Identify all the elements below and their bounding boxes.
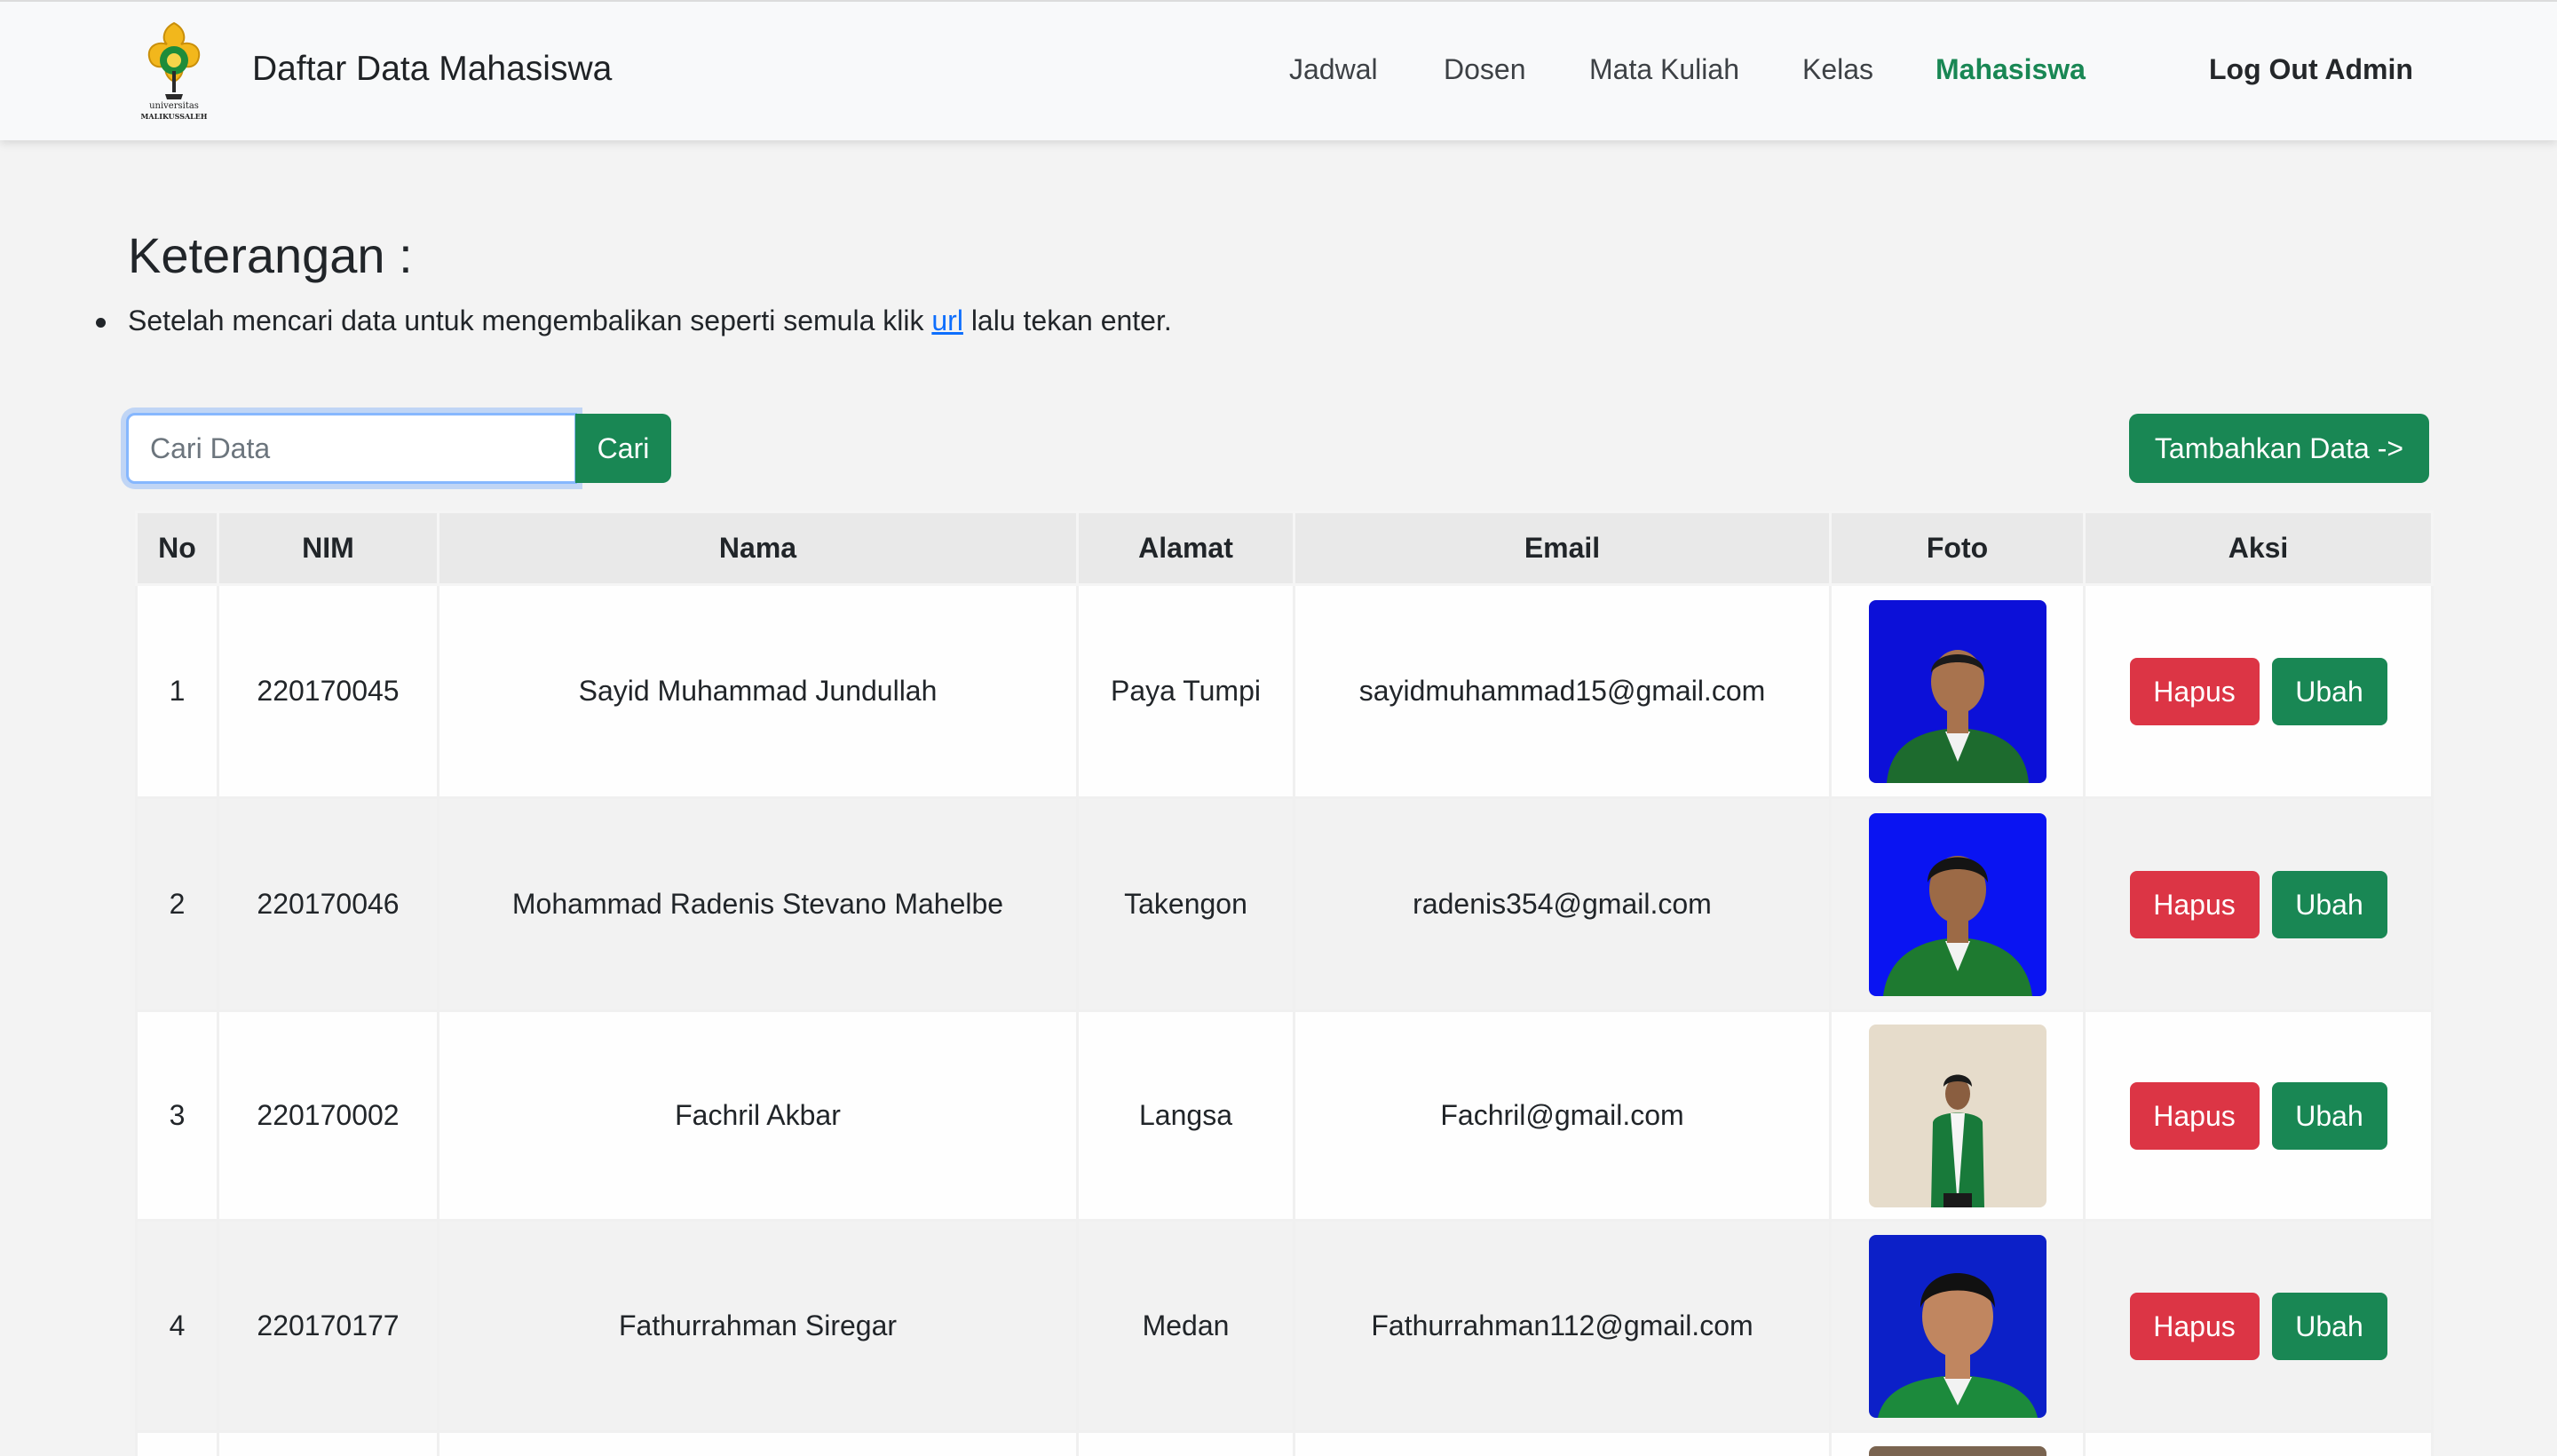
navbar: universitas MALIKUSSALEH Daftar Data Mah…: [0, 0, 2557, 140]
svg-text:universitas: universitas: [149, 101, 199, 111]
university-logo[interactable]: universitas MALIKUSSALEH: [131, 20, 217, 124]
cell-nim: 220170045: [217, 583, 439, 799]
cell-aksi: Hapus Ubah: [2083, 583, 2434, 799]
cell-alamat: Langsa: [1076, 1009, 1295, 1222]
cell-email: sayidmuhammad15@gmail.com: [1293, 583, 1832, 799]
table-row: 3 220170002 Fachril Akbar Langsa Fachril…: [135, 1009, 2434, 1222]
student-photo-image: [1868, 812, 2046, 996]
reset-url-link[interactable]: url: [931, 305, 963, 336]
cell-foto: [1829, 1009, 2086, 1222]
bullet-icon: [96, 318, 106, 328]
search-input[interactable]: [126, 413, 577, 484]
search-button[interactable]: Cari: [575, 414, 671, 483]
student-photo: [1868, 599, 2046, 783]
info-note: Setelah mencari data untuk mengembalikan…: [96, 305, 1172, 337]
cell-nama: Fathurrahman Siregar: [437, 1219, 1079, 1433]
nav-link-mahasiswa[interactable]: Mahasiswa: [1936, 53, 2086, 86]
brand-title[interactable]: Daftar Data Mahasiswa: [252, 50, 612, 89]
svg-text:MALIKUSSALEH: MALIKUSSALEH: [141, 112, 208, 121]
student-photo: [1868, 812, 2046, 996]
column-header-alamat: Alamat: [1076, 510, 1295, 586]
student-photo-image: [1868, 1234, 2046, 1418]
note-text-before: Setelah mencari data untuk mengembalikan…: [128, 305, 932, 336]
student-photo-image: [1868, 1024, 2046, 1207]
column-header-foto: Foto: [1829, 510, 2086, 586]
cell-foto: [1829, 1219, 2086, 1433]
cell-nama: Sayid Muhammad Jundullah: [437, 583, 1079, 799]
page-heading: Keterangan :: [128, 227, 413, 283]
cell-nama: Fachril Akbar: [437, 1009, 1079, 1222]
university-logo-icon: universitas MALIKUSSALEH: [141, 21, 208, 121]
nav-link-kelas[interactable]: Kelas: [1802, 53, 1873, 86]
delete-button[interactable]: Hapus: [2129, 1292, 2260, 1360]
cell-alamat: Takengon: [1076, 796, 1295, 1012]
cell-alamat: Medan: [1076, 1219, 1295, 1433]
student-photo: [1868, 1234, 2046, 1418]
cell-foto: [1829, 796, 2086, 1012]
nav-link-jadwal[interactable]: Jadwal: [1289, 53, 1378, 86]
cell-empty: [437, 1430, 1079, 1456]
student-photo-partial: [1868, 1446, 2046, 1456]
cell-aksi: Hapus Ubah: [2083, 796, 2434, 1012]
nav-link-mata-kuliah[interactable]: Mata Kuliah: [1589, 53, 1739, 86]
cell-email: Fachril@gmail.com: [1293, 1009, 1832, 1222]
delete-button[interactable]: Hapus: [2129, 657, 2260, 725]
column-header-nim: NIM: [217, 510, 439, 586]
cell-no: 1: [135, 583, 219, 799]
edit-button[interactable]: Ubah: [2271, 1292, 2387, 1360]
cell-aksi: Hapus Ubah: [2083, 1219, 2434, 1433]
cell-empty: [217, 1430, 439, 1456]
cell-nim: 220170002: [217, 1009, 439, 1222]
delete-button[interactable]: Hapus: [2129, 1081, 2260, 1150]
cell-nim: 220170046: [217, 796, 439, 1012]
cell-alamat: Paya Tumpi: [1076, 583, 1295, 799]
cell-no: 4: [135, 1219, 219, 1433]
cell-email: Fathurrahman112@gmail.com: [1293, 1219, 1832, 1433]
column-header-no: No: [135, 510, 219, 586]
cell-empty: [1076, 1430, 1295, 1456]
column-header-nama: Nama: [437, 510, 1079, 586]
cell-empty: [2083, 1430, 2434, 1456]
table-header-row: No NIM Nama Alamat Email Foto Aksi: [135, 510, 2434, 586]
column-header-aksi: Aksi: [2083, 510, 2434, 586]
table-row: 4 220170177 Fathurrahman Siregar Medan F…: [135, 1219, 2434, 1433]
note-text-after: lalu tekan enter.: [962, 305, 1172, 336]
cell-foto: [1829, 1430, 2086, 1456]
edit-button[interactable]: Ubah: [2271, 657, 2387, 725]
cell-aksi: Hapus Ubah: [2083, 1009, 2434, 1222]
add-data-button[interactable]: Tambahkan Data ->: [2129, 414, 2429, 483]
student-photo: [1868, 1024, 2046, 1207]
table-row: 1 220170045 Sayid Muhammad Jundullah Pay…: [135, 583, 2434, 799]
column-header-email: Email: [1293, 510, 1832, 586]
cell-foto: [1829, 583, 2086, 799]
edit-button[interactable]: Ubah: [2271, 1081, 2387, 1150]
cell-no: 2: [135, 796, 219, 1012]
table-row-partial: [135, 1430, 2434, 1456]
cell-nama: Mohammad Radenis Stevano Mahelbe: [437, 796, 1079, 1012]
cell-empty: [1293, 1430, 1832, 1456]
cell-no: 3: [135, 1009, 219, 1222]
logout-link[interactable]: Log Out Admin: [2209, 53, 2413, 86]
table-row: 2 220170046 Mohammad Radenis Stevano Mah…: [135, 796, 2434, 1012]
student-table: No NIM Nama Alamat Email Foto Aksi 1 220…: [135, 510, 2434, 1456]
cell-empty: [135, 1430, 219, 1456]
edit-button[interactable]: Ubah: [2271, 870, 2387, 938]
delete-button[interactable]: Hapus: [2129, 870, 2260, 938]
student-photo-image: [1868, 599, 2046, 783]
cell-email: radenis354@gmail.com: [1293, 796, 1832, 1012]
nav-link-dosen[interactable]: Dosen: [1444, 53, 1526, 86]
cell-nim: 220170177: [217, 1219, 439, 1433]
